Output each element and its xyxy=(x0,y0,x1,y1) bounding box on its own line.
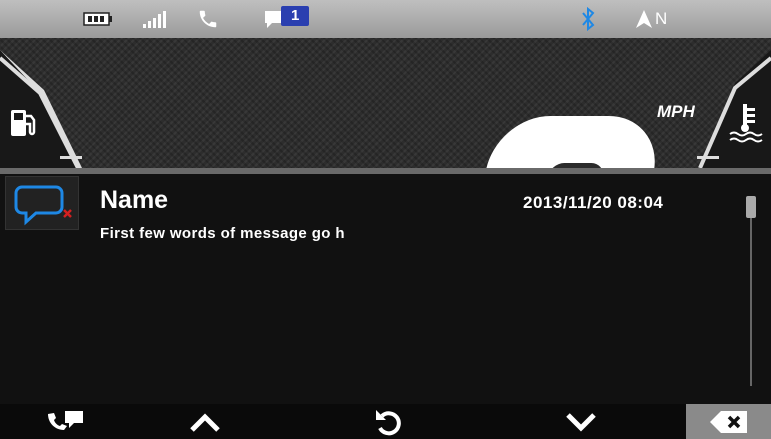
compass: N xyxy=(636,0,682,38)
message-sender: Name xyxy=(100,186,169,214)
delete-button[interactable] xyxy=(686,404,771,439)
battery-icon xyxy=(83,0,113,38)
phone-icon xyxy=(197,0,219,38)
coolant-temperature-icon xyxy=(727,102,765,149)
unread-count: 1 xyxy=(291,7,300,24)
fuel-icon xyxy=(9,105,41,144)
message-timestamp: 2013/11/20 08:04 xyxy=(523,193,664,212)
message-preview: First few words of message go h xyxy=(100,225,345,242)
refresh-icon xyxy=(376,409,401,435)
scrollbar[interactable] xyxy=(746,196,756,392)
scroll-down-button[interactable] xyxy=(546,404,616,439)
gauge-arcs xyxy=(0,50,771,168)
compass-arrow-icon xyxy=(636,10,652,28)
scroll-up-button[interactable] xyxy=(170,404,240,439)
chevron-down-icon xyxy=(566,412,596,432)
compass-heading: N xyxy=(655,9,668,28)
scrollbar-thumb[interactable] xyxy=(746,196,756,218)
signal-icon xyxy=(143,0,171,38)
call-message-icon xyxy=(48,410,83,430)
call-sender-button[interactable] xyxy=(30,404,100,439)
speed-unit-label: MPH xyxy=(657,102,695,121)
chevron-up-icon xyxy=(190,412,220,432)
message-unread-icon xyxy=(5,176,79,230)
delete-icon xyxy=(709,410,747,433)
refresh-button[interactable] xyxy=(353,404,423,439)
bluetooth-icon xyxy=(580,0,596,38)
unread-badge: 1 xyxy=(281,6,310,26)
message-notification[interactable]: 1 xyxy=(263,0,323,38)
gauge-cluster: MPH xyxy=(0,38,771,168)
scrollbar-track xyxy=(750,206,752,386)
